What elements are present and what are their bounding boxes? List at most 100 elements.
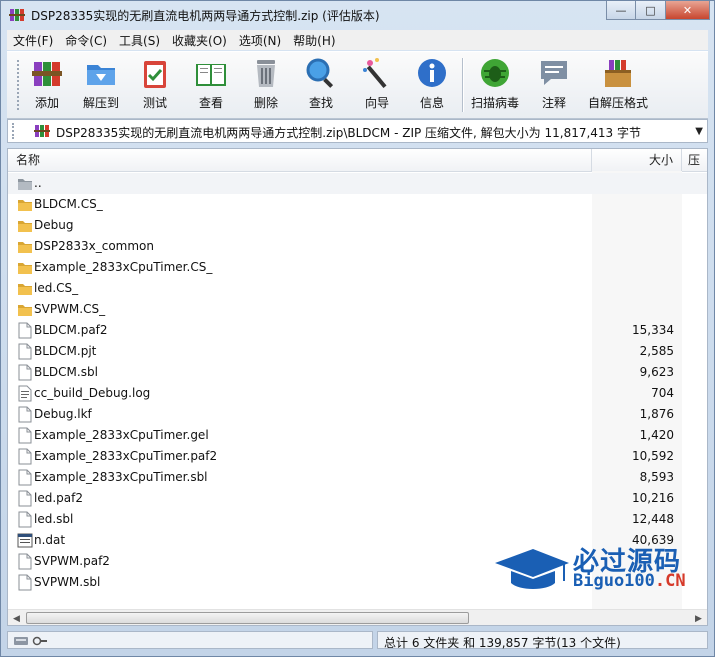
column-packed[interactable]: 压 [682,149,707,171]
file-icon [17,469,33,486]
file-name: SVPWM.CS_ [34,302,106,316]
table-row[interactable]: Example_2833xCpuTimer.CS_ [8,257,707,278]
file-name: DSP2833x_common [34,239,154,253]
dat-file-icon [17,532,33,549]
extract-to-button[interactable]: 解压到 [75,56,127,114]
parent-folder-icon [17,175,33,192]
menu-favorites[interactable]: 收藏夹(O) [166,32,233,49]
table-row[interactable]: .. [8,173,707,194]
info-button[interactable]: 信息 [406,56,458,114]
folder-icon [87,65,115,85]
comment-label: 注释 [541,96,566,110]
maximize-button[interactable]: □ [636,1,666,20]
file-icon [17,448,33,465]
window-controls: — □ ✕ [606,1,710,20]
file-size: 1,420 [639,428,674,442]
watermark-domain: Biguo100.CN [573,571,686,591]
file-size: 1,876 [639,407,674,421]
graduation-cap-icon [495,549,569,589]
menu-tools[interactable]: 工具(S) [113,32,166,49]
menu-options[interactable]: 选项(N) [233,32,287,49]
scroll-right-icon[interactable]: ▶ [690,610,707,625]
list-header: 名称 大小 压 [8,149,707,172]
wizard-label: 向导 [364,96,389,110]
info-icon [418,59,446,87]
scrollbar-thumb[interactable] [26,612,469,624]
table-row[interactable]: Debug [8,215,707,236]
menu-commands[interactable]: 命令(C) [59,32,113,49]
file-icon [17,427,33,444]
file-name: cc_build_Debug.log [34,386,151,400]
file-name: led.paf2 [34,491,83,505]
wizard-button[interactable]: 向导 [351,56,403,114]
file-size: 8,593 [639,470,674,484]
clipboard-icon [144,61,166,88]
add-button[interactable]: 添加 [21,56,73,114]
table-row[interactable]: BLDCM.paf2 15,334 [8,320,707,341]
file-icon [17,406,33,423]
archive-icon [34,125,50,137]
file-name: Debug.lkf [34,407,92,421]
horizontal-scrollbar[interactable]: ◀ ▶ [8,609,707,625]
file-name: led.CS_ [34,281,79,295]
file-name: BLDCM.sbl [34,365,98,379]
file-size: 12,448 [632,512,674,526]
dropdown-arrow-icon[interactable]: ▼ [695,126,703,137]
magnifier-icon [306,58,334,88]
folder-icon [17,238,33,255]
file-size: 2,585 [639,344,674,358]
scroll-left-icon[interactable]: ◀ [8,610,25,625]
bug-icon [481,59,509,87]
close-button[interactable]: ✕ [666,1,710,20]
watermark-logo: 必过源码 Biguo100.CN [493,541,703,603]
table-row[interactable]: Example_2833xCpuTimer.sbl 8,593 [8,467,707,488]
sfx-button[interactable]: 自解压格式 [587,56,649,114]
title-bar[interactable]: DSP28335实现的无刷直流电机两两导通方式控制.zip (评估版本) — □… [1,1,714,29]
table-row[interactable]: led.paf2 10,216 [8,488,707,509]
file-name: Example_2833xCpuTimer.paf2 [34,449,218,463]
table-row[interactable]: Example_2833xCpuTimer.gel 1,420 [8,425,707,446]
delete-button[interactable]: 删除 [240,56,292,114]
table-row[interactable]: led.CS_ [8,278,707,299]
address-bar[interactable]: DSP28335实现的无刷直流电机两两导通方式控制.zip\BLDCM - ZI… [7,119,708,143]
file-name: Example_2833xCpuTimer.gel [34,428,209,442]
minimize-button[interactable]: — [606,1,636,20]
menu-help[interactable]: 帮助(H) [287,32,341,49]
sfx-label: 自解压格式 [587,96,648,110]
table-row[interactable]: led.sbl 12,448 [8,509,707,530]
table-row[interactable]: cc_build_Debug.log 704 [8,383,707,404]
comment-icon [541,61,567,85]
table-row[interactable]: BLDCM.pjt 2,585 [8,341,707,362]
watermark-domain-main: Biguo100 [573,571,655,591]
file-name: BLDCM.paf2 [34,323,108,337]
drive-key-icon[interactable] [14,635,48,647]
folder-icon [17,259,33,276]
folder-icon [17,217,33,234]
view-label: 查看 [198,96,223,110]
table-row[interactable]: DSP2833x_common [8,236,707,257]
column-name[interactable]: 名称 [8,149,592,171]
view-button[interactable]: 查看 [185,56,237,114]
table-row[interactable]: BLDCM.CS_ [8,194,707,215]
menu-file[interactable]: 文件(F) [7,32,59,49]
file-size: 10,216 [632,491,674,505]
status-right-pane: 总计 6 文件夹 和 139,857 字节(13 个文件) [377,631,708,650]
table-row[interactable]: BLDCM.sbl 9,623 [8,362,707,383]
status-bar: 总计 6 文件夹 和 139,857 字节(13 个文件) [7,629,708,651]
winrar-app-icon [9,9,25,21]
watermark-domain-tld: .CN [654,571,686,591]
file-icon [17,343,33,360]
table-row[interactable]: SVPWM.CS_ [8,299,707,320]
delete-label: 删除 [253,96,278,110]
find-button[interactable]: 查找 [295,56,347,114]
scan-virus-button[interactable]: 扫描病毒 [469,56,521,114]
file-icon [17,322,33,339]
file-icon [17,364,33,381]
table-row[interactable]: Debug.lkf 1,876 [8,404,707,425]
file-icon [17,574,33,591]
comment-button[interactable]: 注释 [528,56,580,114]
test-button[interactable]: 测试 [129,56,181,114]
table-row[interactable]: Example_2833xCpuTimer.paf2 10,592 [8,446,707,467]
column-size[interactable]: 大小 [592,149,682,171]
file-name: Debug [34,218,74,232]
